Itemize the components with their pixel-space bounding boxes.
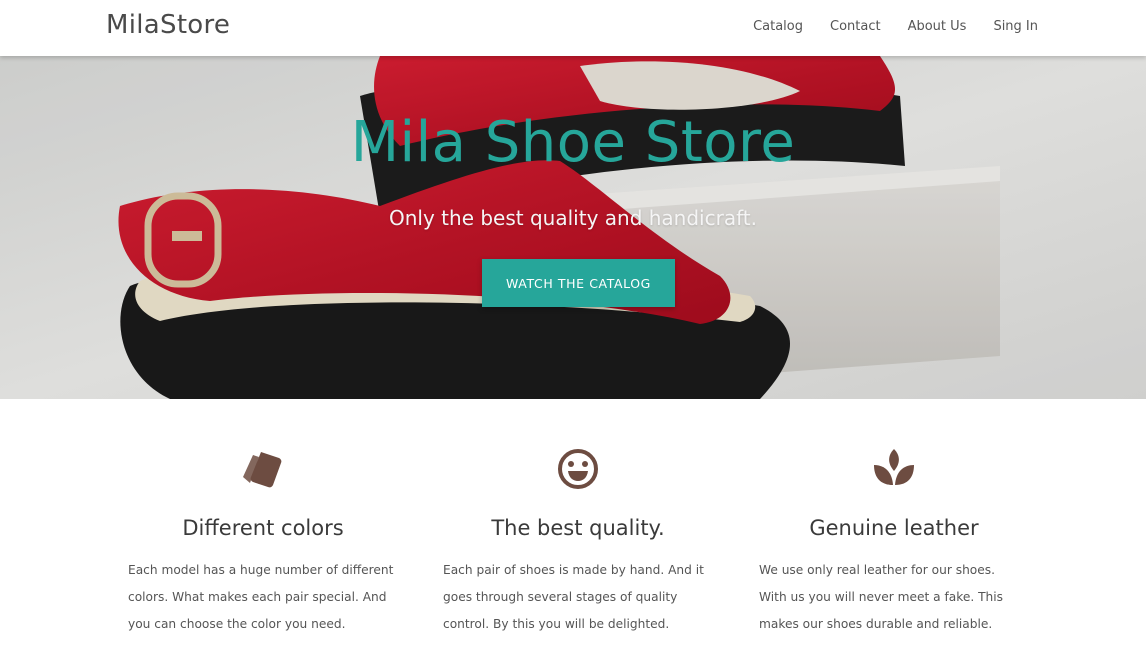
feature-title: The best quality. [491, 516, 665, 540]
watch-catalog-button[interactable]: WATCH THE CATALOG [482, 259, 675, 307]
feature-text: Each pair of shoes is made by hand. And … [443, 563, 704, 631]
nav-link-contact[interactable]: Contact [830, 19, 881, 34]
brand-logo-link[interactable]: MilaStore [106, 10, 230, 40]
hero-title: Mila Shoe Store [350, 110, 796, 175]
leaf-icon [874, 449, 914, 485]
hero-subtitle: Only the best quality and handicraft. [389, 206, 757, 230]
feature-text: We use only real leather for our shoes. … [759, 563, 1003, 631]
features-section: Different colors Each model has a huge n… [0, 399, 1146, 647]
nav-links: Catalog Contact About Us Sing In [753, 19, 1038, 34]
nav-link-catalog[interactable]: Catalog [753, 19, 803, 34]
feature-text: Each model has a huge number of differen… [128, 563, 394, 631]
nav-link-sign-in[interactable]: Sing In [993, 19, 1038, 34]
nav-link-about-us[interactable]: About Us [908, 19, 967, 34]
hero-banner: Mila Shoe Store Only the best quality an… [0, 56, 1146, 399]
top-navbar: MilaStore Catalog Contact About Us Sing … [0, 0, 1146, 56]
feature-title: Genuine leather [809, 516, 979, 540]
tags-icon [243, 452, 282, 488]
feature-title: Different colors [182, 516, 344, 540]
smile-icon [558, 449, 598, 489]
